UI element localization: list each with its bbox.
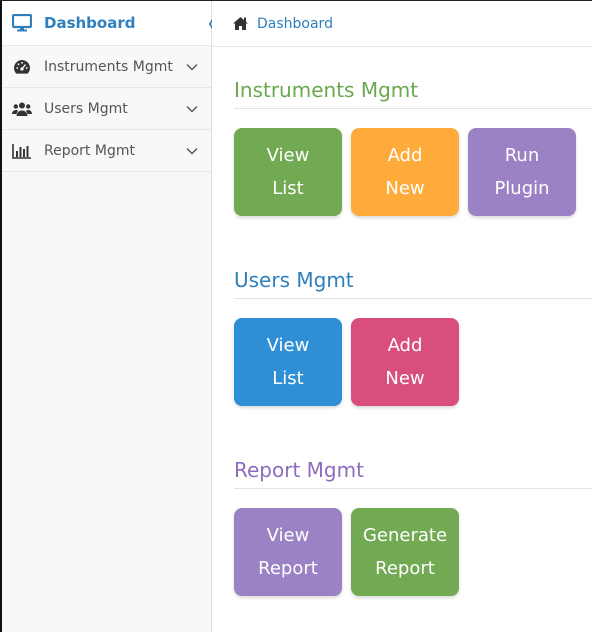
reports-section: Report Mgmt View Report Generate Report (234, 458, 592, 596)
chevron-down-icon (183, 147, 201, 155)
tile-group: View List Add New (234, 318, 592, 406)
sidebar-item-label: Users Mgmt (44, 100, 128, 117)
view-list-tile[interactable]: View List (234, 318, 342, 406)
sidebar-item-instruments[interactable]: Instruments Mgmt (2, 46, 211, 88)
monitor-icon (12, 14, 32, 32)
users-section: Users Mgmt View List Add New (234, 268, 592, 406)
sidebar-item-label: Report Mgmt (44, 142, 135, 159)
dashboard-gauge-icon (12, 58, 32, 76)
add-new-tile[interactable]: Add New (351, 128, 459, 216)
generate-report-tile[interactable]: Generate Report (351, 508, 459, 596)
sidebar-item-label: Dashboard (44, 14, 136, 32)
sidebar-item-reports[interactable]: Report Mgmt (2, 130, 211, 172)
section-title: Users Mgmt (234, 268, 592, 299)
run-plugin-tile[interactable]: Run Plugin (468, 128, 576, 216)
chevron-down-icon (183, 63, 201, 71)
breadcrumb-dashboard[interactable]: Dashboard (257, 16, 333, 32)
view-report-tile[interactable]: View Report (234, 508, 342, 596)
users-icon (12, 100, 32, 118)
sidebar-item-label: Instruments Mgmt (44, 58, 173, 75)
sidebar-item-dashboard[interactable]: Dashboard (2, 1, 220, 46)
tile-group: View List Add New Run Plugin (234, 128, 592, 216)
tile-group: View Report Generate Report (234, 508, 592, 596)
breadcrumb: Dashboard (212, 1, 592, 47)
dashboard-main: Instruments Mgmt View List Add New Run P… (212, 47, 592, 632)
sidebar-item-users[interactable]: Users Mgmt (2, 88, 211, 130)
chevron-down-icon (183, 105, 201, 113)
bar-chart-icon (12, 142, 32, 160)
sidebar: Dashboard Instruments Mgmt Users Mgmt Re… (2, 1, 220, 632)
section-title: Instruments Mgmt (234, 78, 592, 109)
home-icon[interactable] (232, 16, 249, 31)
instruments-section: Instruments Mgmt View List Add New Run P… (234, 78, 592, 216)
section-title: Report Mgmt (234, 458, 592, 489)
add-new-tile[interactable]: Add New (351, 318, 459, 406)
view-list-tile[interactable]: View List (234, 128, 342, 216)
